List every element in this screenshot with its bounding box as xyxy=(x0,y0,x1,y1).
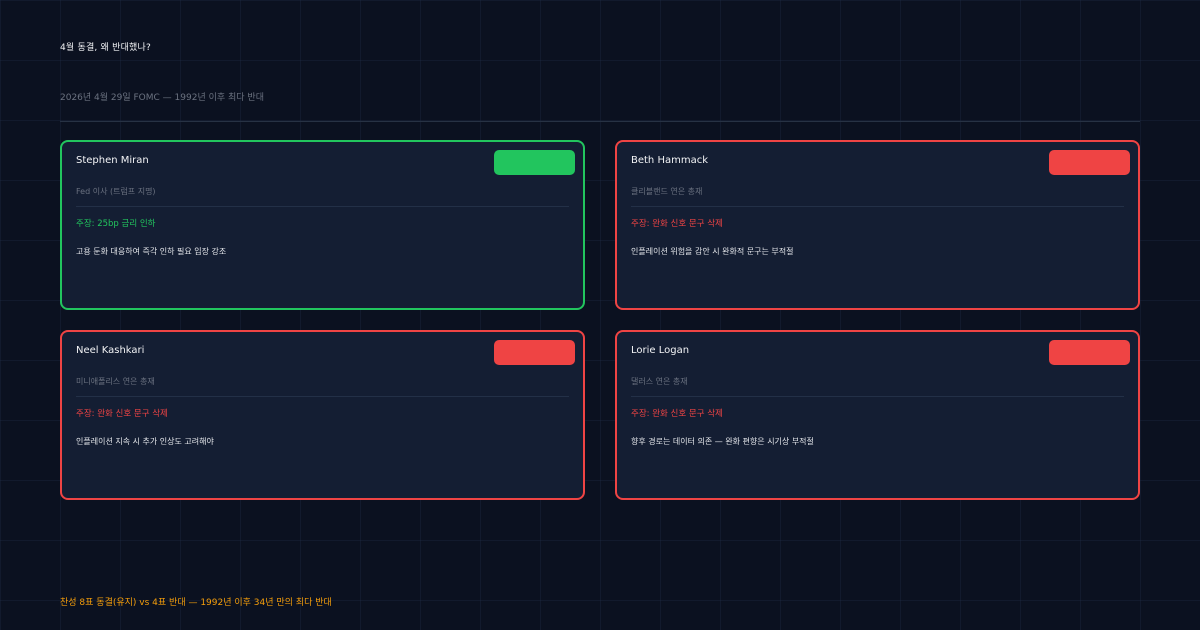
dissenter-role: 미니애폴리스 연은 총재 xyxy=(76,377,155,386)
card-divider xyxy=(76,206,569,207)
dissenter-name: Beth Hammack xyxy=(631,155,708,166)
dissent-reason: 인플레이션 위험을 감안 시 완화적 문구는 부적절 xyxy=(631,247,794,256)
dissenter-card-hammack: Beth Hammack 클리블랜드 연은 총재 주장: 완화 신호 문구 삭제… xyxy=(615,140,1140,310)
dissenter-card-miran: Stephen Miran Fed 이사 (트럼프 지명) 주장: 25bp 금… xyxy=(60,140,585,310)
dissenter-role: 클리블랜드 연은 총재 xyxy=(631,187,703,196)
dissenter-name: Neel Kashkari xyxy=(76,345,145,356)
dissent-reason: 인플레이션 지속 시 추가 인상도 고려해야 xyxy=(76,437,214,446)
dissent-reason: 향후 경로는 데이터 의존 — 완화 편향은 시기상 부적절 xyxy=(631,437,814,446)
card-divider xyxy=(631,206,1124,207)
dissenter-name: Lorie Logan xyxy=(631,345,690,356)
dissenter-card-logan: Lorie Logan 댈러스 연은 총재 주장: 완화 신호 문구 삭제 향후… xyxy=(615,330,1140,500)
card-divider xyxy=(76,396,569,397)
dissent-stance: 주장: 완화 신호 문구 삭제 xyxy=(76,409,168,419)
dissent-stance: 주장: 완화 신호 문구 삭제 xyxy=(631,409,723,419)
page-subtitle: 2026년 4월 29일 FOMC — 1992년 이후 최다 반대 xyxy=(60,93,264,103)
dissenter-role: Fed 이사 (트럼프 지명) xyxy=(76,187,156,196)
dissent-stance: 주장: 25bp 금리 인하 xyxy=(76,219,156,229)
footer-summary: 찬성 8표 동결(유지) vs 4표 반대 — 1992년 이후 34년 만의 … xyxy=(60,598,332,608)
page-title: 4월 동결, 왜 반대했나? xyxy=(60,43,151,53)
dissent-badge xyxy=(494,340,575,365)
dissenter-name: Stephen Miran xyxy=(76,155,149,166)
dissenter-card-kashkari: Neel Kashkari 미니애폴리스 연은 총재 주장: 완화 신호 문구 … xyxy=(60,330,585,500)
dissent-badge xyxy=(1049,150,1130,175)
header-divider xyxy=(60,121,1140,122)
card-divider xyxy=(631,396,1124,397)
dissent-badge xyxy=(494,150,575,175)
dissent-reason: 고용 둔화 대응하여 즉각 인하 필요 입장 강조 xyxy=(76,247,227,256)
dissent-badge xyxy=(1049,340,1130,365)
dissenter-role: 댈러스 연은 총재 xyxy=(631,377,688,386)
dissent-stance: 주장: 완화 신호 문구 삭제 xyxy=(631,219,723,229)
